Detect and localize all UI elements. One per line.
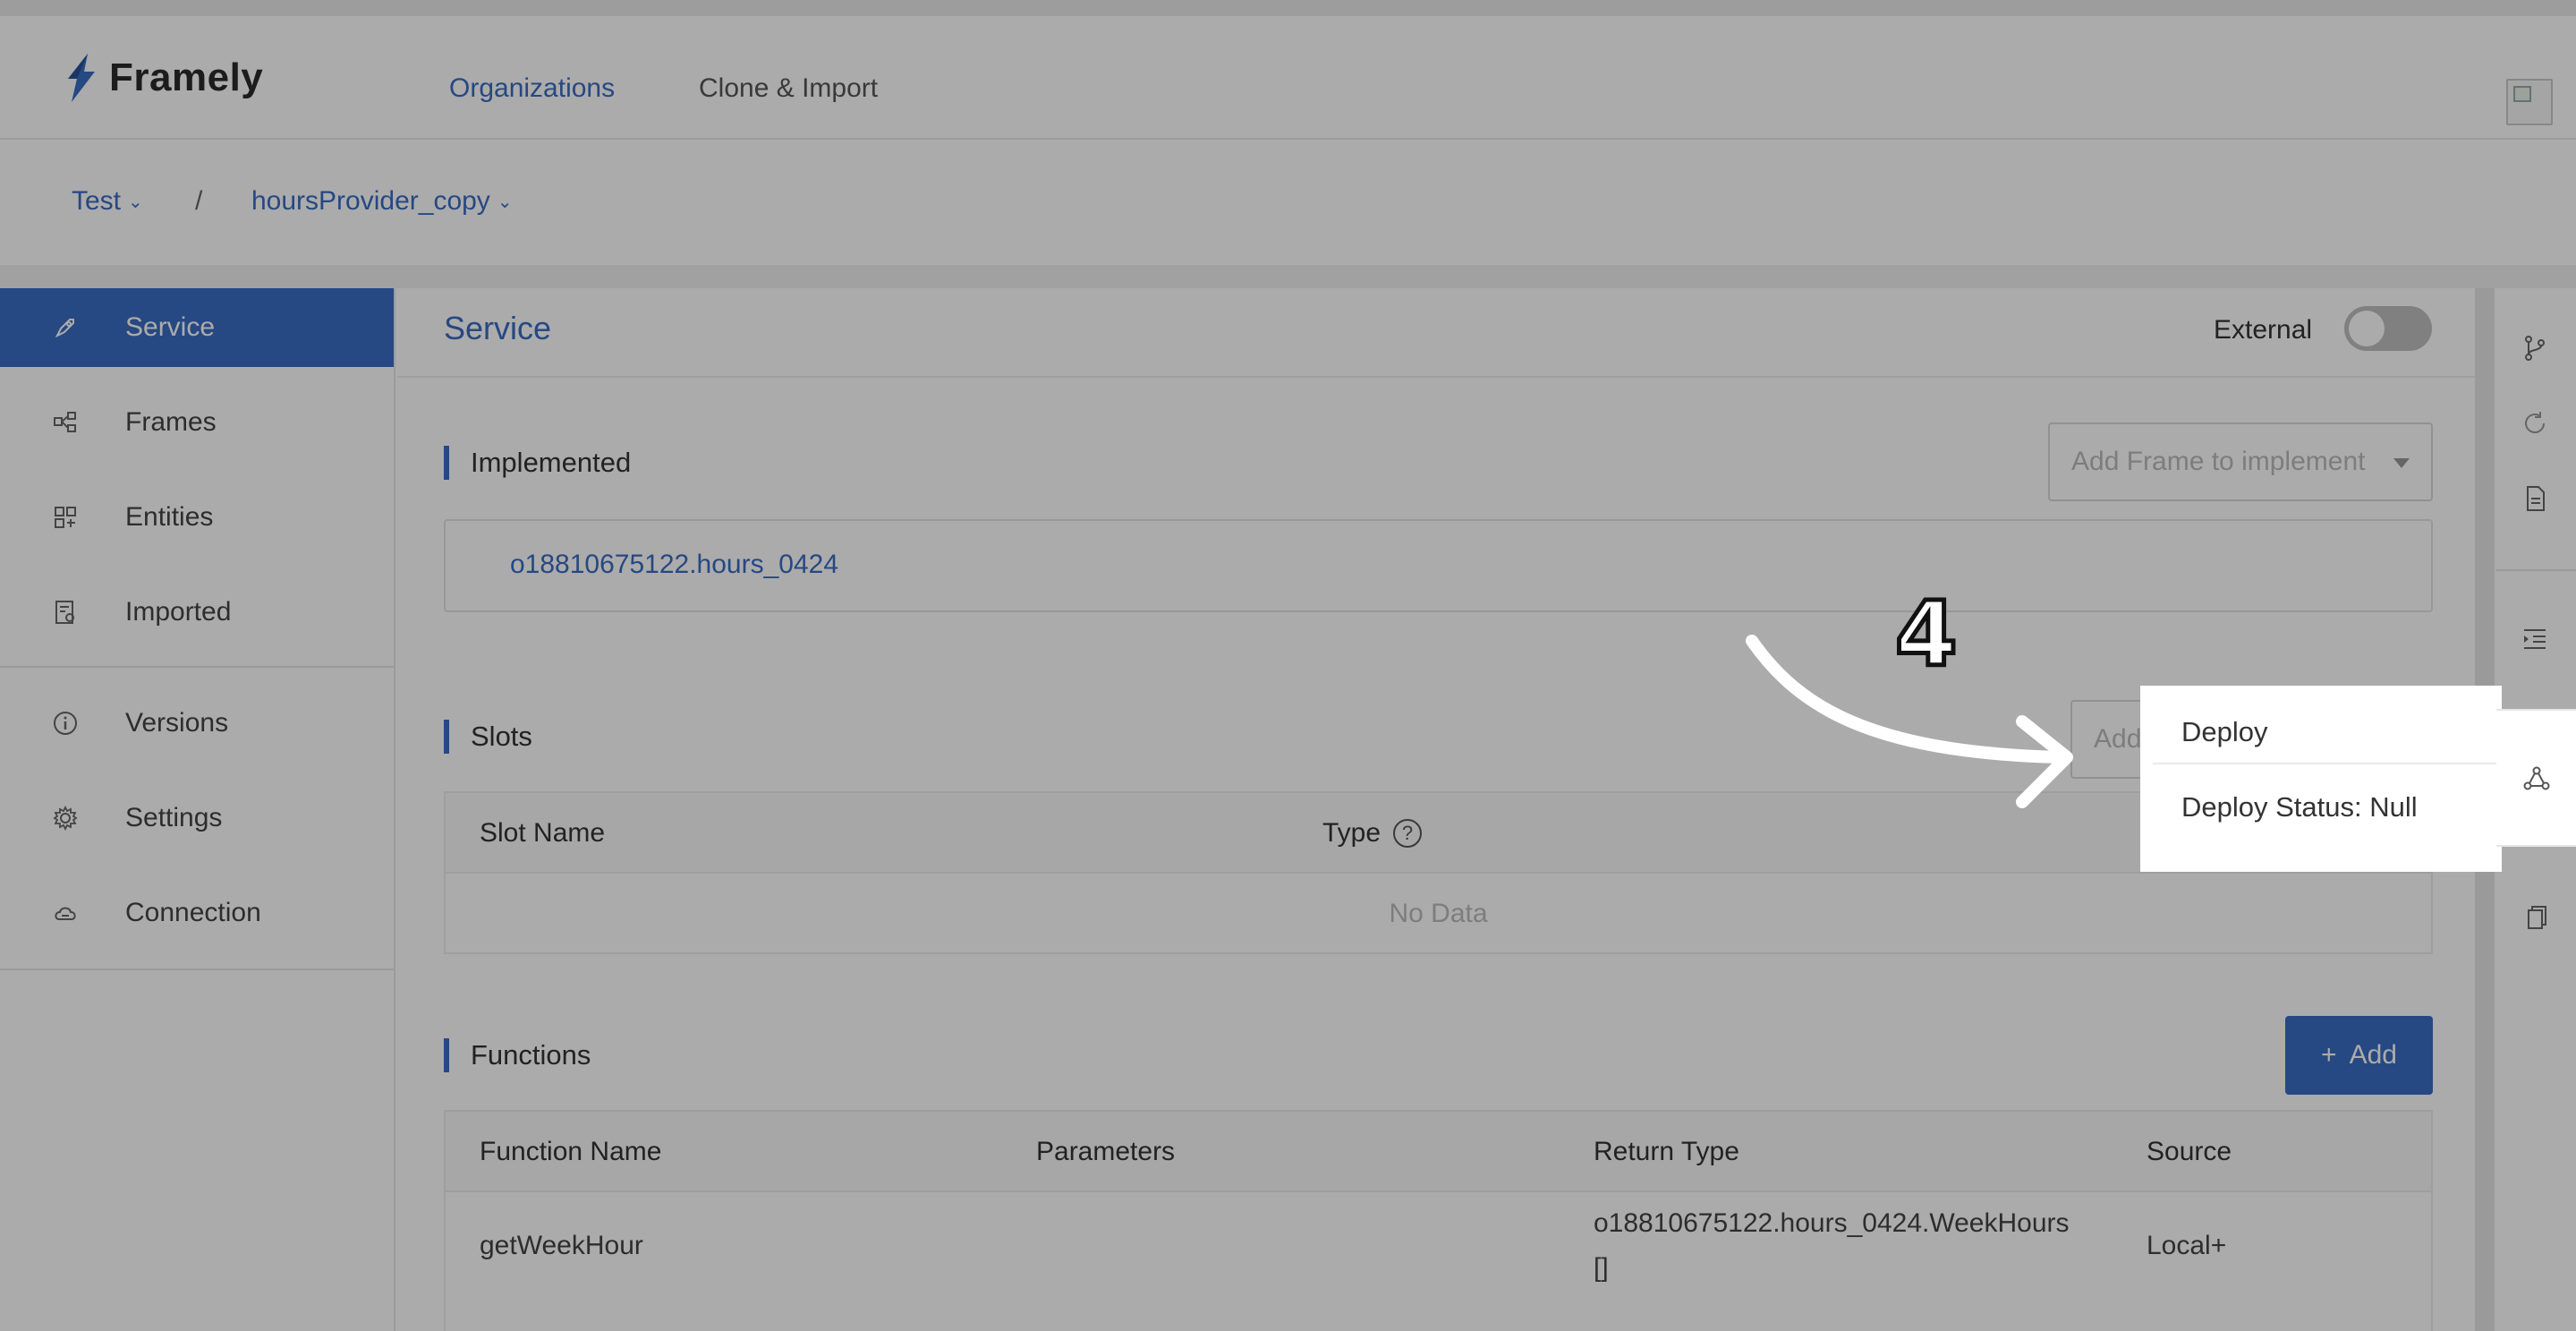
main-title-bar: Service External <box>397 288 2475 378</box>
add-function-label: Add <box>2349 1040 2397 1070</box>
tab-clone-import[interactable]: Clone & Import <box>699 73 878 145</box>
return-type-line: o18810675122.hours_0424.WeekHours <box>1594 1208 2070 1238</box>
sidebar-divider <box>0 666 394 668</box>
framely-logo[interactable]: Framely <box>61 52 263 104</box>
top-header: Framely Organizations Clone & Import <box>0 16 2576 149</box>
page-divider <box>0 265 2576 288</box>
column-slot-name: Slot Name <box>480 818 606 848</box>
deploy-popup-menu: Deploy Deploy Status: Null <box>2146 691 2496 866</box>
column-source: Source <box>2147 1137 2232 1166</box>
sidebar-item-service[interactable]: Service <box>0 288 394 367</box>
branch-icon[interactable] <box>2518 331 2552 365</box>
overlay-top-band <box>0 0 2576 16</box>
return-type-line: [] <box>1594 1253 1609 1283</box>
chevron-down-icon: ⌄ <box>497 192 513 212</box>
add-slot-placeholder: Add <box>2094 724 2142 754</box>
page-title: Service <box>444 310 552 346</box>
user-avatar[interactable] <box>2506 79 2553 125</box>
add-frame-select[interactable]: Add Frame to implement <box>2048 422 2433 501</box>
caret-down-icon <box>2393 458 2410 468</box>
framely-logo-icon <box>68 54 95 102</box>
column-parameters: Parameters <box>1036 1137 1176 1166</box>
question-icon[interactable]: ? <box>1393 819 1423 848</box>
function-return-type-cell: o18810675122.hours_0424.WeekHours [] <box>1594 1201 2070 1291</box>
sidebar-item-label: Connection <box>125 898 261 927</box>
refresh-icon[interactable] <box>2518 406 2552 440</box>
menu-divider <box>2153 763 2496 764</box>
add-frame-placeholder: Add Frame to implement <box>2071 447 2366 476</box>
empty-state: No Data <box>1389 899 1488 928</box>
deploy-icon <box>2523 766 2550 790</box>
implemented-section-title: Implemented <box>444 446 631 480</box>
breadcrumb: Test ⌄ / hoursProvider_copy ⌄ <box>0 141 2576 265</box>
frames-icon <box>52 409 79 436</box>
document-icon[interactable] <box>2518 482 2552 516</box>
functions-section-title: Functions <box>444 1038 591 1072</box>
sidebar-item-label: Service <box>125 312 216 342</box>
menu-item-deploy-status[interactable]: Deploy Status: Null <box>2181 791 2418 823</box>
slots-section-title: Slots <box>444 720 532 754</box>
sidebar-item-entities[interactable]: Entities <box>0 478 394 557</box>
functions-table: Function Name Parameters Return Type Sou… <box>444 1110 2433 1331</box>
cloud-icon <box>52 900 79 926</box>
sidebar-divider <box>0 968 394 970</box>
function-source-cell: Local+ <box>2147 1231 2227 1260</box>
deploy-toolbar-button[interactable] <box>2496 709 2576 847</box>
slots-table-header: Slot Name Type ? <box>446 793 2431 874</box>
sidebar-item-label: Imported <box>125 597 232 627</box>
sidebar-item-settings[interactable]: Settings <box>0 779 394 857</box>
gear-icon <box>52 805 79 832</box>
sidebar-item-label: Versions <box>125 708 229 738</box>
functions-table-header: Function Name Parameters Return Type Sou… <box>446 1112 2431 1192</box>
breadcrumb-project-label: hoursProvider_copy <box>251 186 490 216</box>
toolbar-divider <box>2496 569 2576 571</box>
menu-item-deploy[interactable]: Deploy <box>2181 716 2268 748</box>
slots-table: Slot Name Type ? No Data <box>444 791 2433 954</box>
add-function-button[interactable]: + Add <box>2285 1016 2433 1095</box>
tab-organizations[interactable]: Organizations <box>449 73 616 149</box>
rocket-icon <box>52 314 79 341</box>
copy-icon[interactable] <box>2518 900 2552 934</box>
breadcrumb-org[interactable]: Test ⌄ <box>72 186 143 217</box>
list-indent-icon[interactable] <box>2518 621 2552 655</box>
sidebar-item-label: Entities <box>125 502 214 532</box>
breadcrumb-project[interactable]: hoursProvider_copy ⌄ <box>251 186 513 217</box>
sidebar-item-label: Frames <box>125 407 217 437</box>
implemented-frame-link[interactable]: o18810675122.hours_0424 <box>510 550 838 580</box>
breadcrumb-separator: / <box>195 186 203 216</box>
annotation-step-number: 4 <box>1893 580 1960 689</box>
column-return-type: Return Type <box>1594 1137 1739 1166</box>
sidebar-item-frames[interactable]: Frames <box>0 383 394 462</box>
info-icon <box>52 710 79 737</box>
column-type: Type ? <box>1322 818 1423 849</box>
external-label: External <box>2214 315 2313 345</box>
breadcrumb-org-label: Test <box>72 186 122 216</box>
implemented-list: o18810675122.hours_0424 <box>444 519 2433 612</box>
sidebar-item-imported[interactable]: Imported <box>0 573 394 652</box>
sidebar-item-versions[interactable]: Versions <box>0 684 394 763</box>
column-type-label: Type <box>1322 818 1382 848</box>
sidebar-item-connection[interactable]: Connection <box>0 874 394 952</box>
imported-icon <box>52 599 79 626</box>
plus-icon: + <box>2321 1040 2337 1070</box>
app-name: Framely <box>109 55 264 99</box>
chevron-down-icon: ⌄ <box>128 192 143 212</box>
sidebar-item-label: Settings <box>125 803 223 832</box>
entities-icon <box>52 504 79 531</box>
function-name-cell: getWeekHour <box>480 1231 643 1260</box>
sidebar: Service Frames Entities Imported Version… <box>0 288 395 1331</box>
external-toggle[interactable] <box>2344 306 2432 351</box>
column-function-name: Function Name <box>480 1137 662 1166</box>
